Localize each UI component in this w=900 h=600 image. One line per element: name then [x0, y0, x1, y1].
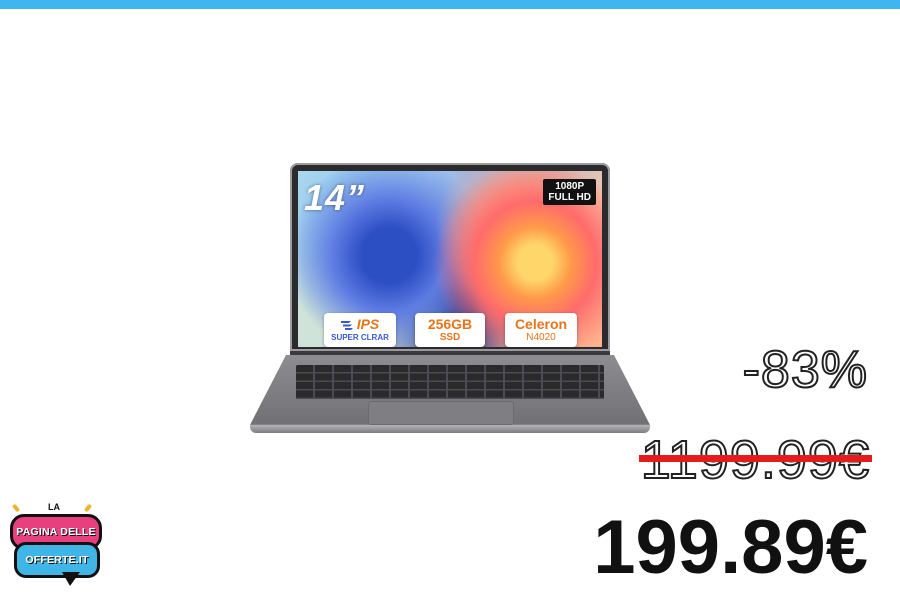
laptop-keyboard — [296, 365, 604, 399]
laptop-base-edge — [250, 425, 650, 433]
logo-prefix: LA — [48, 502, 60, 512]
screen-size-label: 14” — [304, 177, 366, 218]
laptop-screen: 14” 1080P FULL HD IPS SUPER CLRAR 256GB … — [298, 171, 602, 347]
laptop-touchpad — [368, 401, 514, 425]
spec-badge-cpu: Celeron N4020 — [505, 313, 577, 347]
resolution-badge: 1080P FULL HD — [543, 179, 596, 205]
resolution-line2: FULL HD — [548, 192, 591, 203]
spec-storage-main: 256GB — [427, 315, 473, 332]
discount-percentage: -83% — [742, 340, 868, 400]
strikethrough-line — [638, 455, 872, 462]
spec-ips-main: IPS — [356, 315, 380, 332]
product-image-laptop: 14” 1080P FULL HD IPS SUPER CLRAR 256GB … — [250, 163, 650, 435]
logo-spark-icon — [83, 503, 93, 513]
spec-ips-sub: SUPER CLRAR — [331, 332, 389, 342]
logo-line1: PAGINA DELLE — [16, 526, 96, 538]
ips-wing-icon — [340, 320, 353, 330]
speech-bubble-tail-icon — [62, 572, 80, 586]
sale-price: 199.89€ — [593, 505, 868, 590]
spec-badge-storage: 256GB SSD — [415, 313, 485, 347]
original-price-block: 1199.99€ — [638, 428, 872, 492]
spec-cpu-main: Celeron — [514, 315, 568, 332]
spec-storage-sub: SSD — [439, 331, 461, 343]
spec-badge-ips: IPS SUPER CLRAR — [324, 313, 396, 347]
logo-line2: OFFERTE.IT — [25, 554, 89, 566]
top-accent-bar — [0, 0, 900, 9]
site-logo: LA PAGINA DELLE OFFERTE.IT — [10, 500, 102, 592]
laptop-lid: 14” 1080P FULL HD IPS SUPER CLRAR 256GB … — [290, 163, 610, 351]
logo-banner-bottom: OFFERTE.IT — [14, 542, 100, 578]
resolution-line1: 1080P — [555, 181, 585, 192]
logo-spark-icon — [11, 503, 21, 513]
spec-cpu-sub: N4020 — [526, 331, 556, 343]
